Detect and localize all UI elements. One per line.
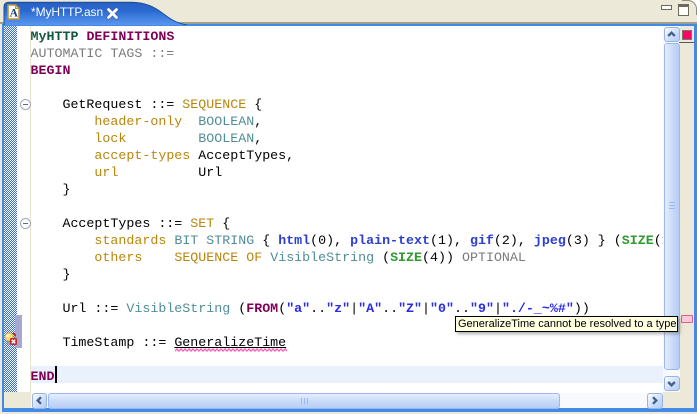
svg-text:A: A	[10, 7, 19, 19]
